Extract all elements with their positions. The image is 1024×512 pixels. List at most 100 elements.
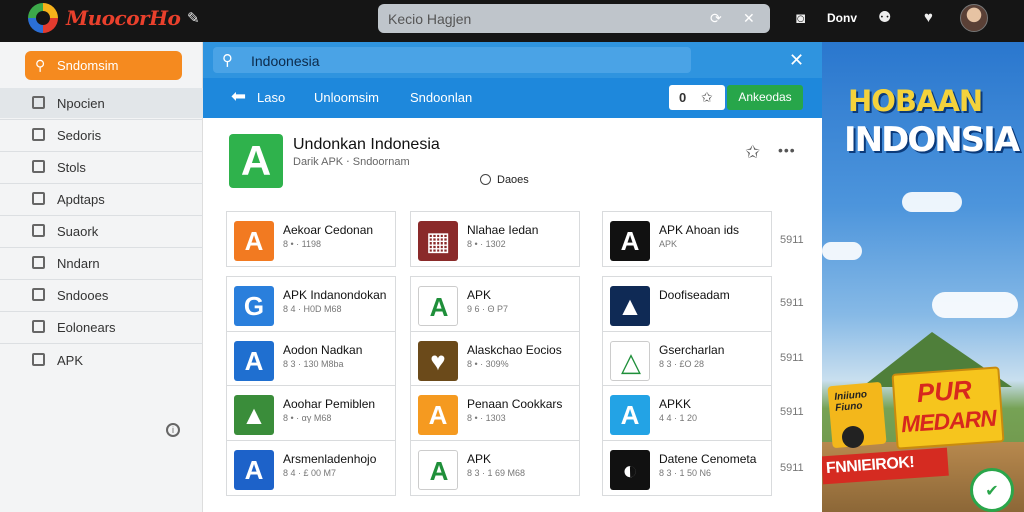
panel-header: ⚲ Indoonesia ✕	[203, 42, 822, 78]
nav-link-laso[interactable]: Laso	[257, 90, 285, 105]
shield-icon[interactable]: ♥	[924, 10, 933, 25]
sidebar-item-npocien[interactable]: Npocien	[0, 88, 203, 118]
app-card-name: APKK	[659, 397, 692, 411]
app-card[interactable]: A APKK 4 4 · 1 20	[602, 385, 772, 441]
side-number: 5911	[780, 406, 804, 418]
app-card-meta: 9 6 · Θ P7	[467, 304, 509, 314]
refresh-icon[interactable]: ⟳	[710, 10, 722, 27]
app-card[interactable]: A Aodon Nadkan 8 3 · 130 M8ba	[226, 331, 396, 387]
sidebar-item-label: Nndarn	[57, 256, 100, 271]
sidebar-search-button[interactable]: ⚲ Sndomsim	[25, 51, 182, 80]
close-icon[interactable]: ✕	[743, 10, 755, 27]
app-card-name: Aekoar Cedonan	[283, 223, 374, 237]
nav-link-sndoonlan[interactable]: Sndoonlan	[410, 90, 472, 105]
app-card[interactable]: ▲ Doofiseadam	[602, 276, 772, 332]
app-card-name: Nlahae Iedan	[467, 223, 539, 237]
app-card-icon: △	[610, 341, 650, 381]
app-card[interactable]: A APK 8 3 · 1 69 M68	[410, 440, 580, 496]
sidebar-item-stols[interactable]: Stols	[0, 152, 203, 182]
sidebar-item-sedoris[interactable]: Sedoris	[0, 120, 203, 150]
apps-icon	[32, 192, 45, 205]
app-card-name: APK Ahoan ids	[659, 223, 740, 237]
app-card[interactable]: A Arsmenladenhojo 8 4 · £ 00 M7	[226, 440, 396, 496]
app-card-name: APK	[467, 288, 492, 302]
app-card-name: Aodon Nadkan	[283, 343, 363, 357]
app-icon: A	[229, 134, 283, 188]
app-card-meta: APK	[659, 239, 678, 249]
clock-icon	[480, 174, 491, 185]
cloud-decoration	[902, 192, 962, 212]
sidebar-item-suaork[interactable]: Suaork	[0, 216, 203, 246]
square-icon	[32, 224, 45, 237]
app-logo-text[interactable]: MuocorHo	[66, 6, 181, 30]
install-button[interactable]: Ankeodas	[727, 85, 803, 110]
sidebar-item-nndarn[interactable]: Nndarn	[0, 248, 203, 278]
side-number: 5911	[780, 352, 804, 364]
app-logo-icon[interactable]	[28, 3, 58, 33]
promo-banner[interactable]: HOBAAN INDONSIA Iniiuno Fiuno PUR MEDARN…	[822, 42, 1024, 512]
sidebar-item-label: Sedoris	[57, 128, 102, 143]
pen-icon[interactable]: ✎	[187, 11, 200, 26]
app-card[interactable]: ▦ Nlahae Iedan 8 • · 1302	[410, 211, 580, 267]
star-icon: ✩	[701, 89, 713, 105]
avatar[interactable]	[960, 4, 988, 32]
sidebar-item-label: APK	[57, 353, 84, 368]
app-card-icon: A	[610, 221, 650, 261]
app-card-meta: 8 3 · £O 28	[659, 359, 705, 369]
profile-settings-icon[interactable]: ⚉	[878, 10, 891, 25]
close-icon[interactable]: ✕	[789, 50, 804, 71]
banner-small-label: Iniiuno Fiuno	[833, 389, 868, 414]
nav-counter-box[interactable]: 0 ✩	[669, 85, 725, 110]
app-card-meta: 8 • · 1303	[467, 413, 506, 423]
sidebar-item-sndooes[interactable]: Sndooes	[0, 280, 203, 310]
notification-icon[interactable]: ◙	[796, 11, 805, 26]
sidebar-item-apdtaps[interactable]: Apdtaps	[0, 184, 203, 214]
app-card-name: Doofiseadam	[659, 288, 730, 302]
sidebar-search-label: Sndomsim	[57, 58, 119, 73]
app-card-icon: ▲	[610, 286, 650, 326]
back-arrow-icon[interactable]: ⬅	[231, 86, 246, 107]
app-card[interactable]: △ Gsercharlan 8 3 · £O 28	[602, 331, 772, 387]
nav-link-unloomsim[interactable]: Unloomsim	[314, 90, 379, 105]
app-card-name: Datene Cenometa	[659, 452, 757, 466]
app-card-icon: A	[234, 341, 274, 381]
top-bar: MuocorHo ✎ ⟳ ✕ ◙ Donv ⚉ ♥	[0, 0, 1024, 42]
panel-search-bar[interactable]: ⚲ Indoonesia	[213, 47, 691, 73]
app-card-name: Gsercharlan	[659, 343, 725, 357]
badge-icon: ✔	[970, 468, 1014, 512]
app-card-meta: 8 • · 1198	[283, 239, 322, 249]
app-card-meta: 8 3 · 1 69 M68	[467, 468, 526, 478]
download-icon	[32, 288, 45, 301]
sidebar-item-eolonears[interactable]: Eolonears	[0, 312, 203, 342]
app-card-meta: 8 • · αγ M68	[283, 413, 332, 423]
sidebar-item-label: Suaork	[57, 224, 99, 239]
banner-title-line2: INDONSIA	[844, 120, 1020, 160]
top-search-input[interactable]	[388, 9, 688, 28]
help-icon[interactable]: i	[166, 423, 180, 437]
sidebar-item-apk[interactable]: APK	[0, 345, 203, 375]
app-card[interactable]: A Aekoar Cedonan 8 • · 1198	[226, 211, 396, 267]
app-card-meta: 8 4 · £ 00 M7	[283, 468, 337, 478]
app-card[interactable]: G APK Indanondokan 8 4 · H0D M68	[226, 276, 396, 332]
star-icon[interactable]: ✩	[745, 142, 760, 163]
app-card[interactable]: A APK Ahoan ids APK	[602, 211, 772, 267]
side-number: 5911	[780, 234, 804, 246]
main-panel: ⚲ Indoonesia ✕ ⬅ Laso Unloomsim Sndoonla…	[203, 42, 822, 512]
app-card[interactable]: ▲ Aoohar Pemiblen 8 • · αγ M68	[226, 385, 396, 441]
side-number: 5911	[780, 462, 804, 474]
app-card-icon: A	[418, 450, 458, 490]
folder-icon	[32, 256, 45, 269]
app-card-meta: 8 4 · H0D M68	[283, 304, 342, 314]
app-card[interactable]: ◐ Datene Cenometa 8 3 · 1 50 N6	[602, 440, 772, 496]
app-card[interactable]: ♥ Alaskchao Eocios 8 • · 309%	[410, 331, 580, 387]
app-card-icon: A	[418, 395, 458, 435]
app-card[interactable]: A APK 9 6 · Θ P7	[410, 276, 580, 332]
more-options-icon[interactable]: •••	[778, 142, 796, 158]
sidebar-item-label: Eolonears	[57, 320, 116, 335]
top-search-bar[interactable]: ⟳ ✕	[378, 4, 770, 33]
panel-nav: ⬅ Laso Unloomsim Sndoonlan 0 ✩ Ankeodas	[203, 78, 822, 118]
user-label[interactable]: Donv	[827, 11, 857, 25]
app-card[interactable]: A Penaan Cookkars 8 • · 1303	[410, 385, 580, 441]
banner-pur-line2: MEDARN	[900, 404, 997, 438]
app-card-icon: A	[418, 286, 458, 326]
